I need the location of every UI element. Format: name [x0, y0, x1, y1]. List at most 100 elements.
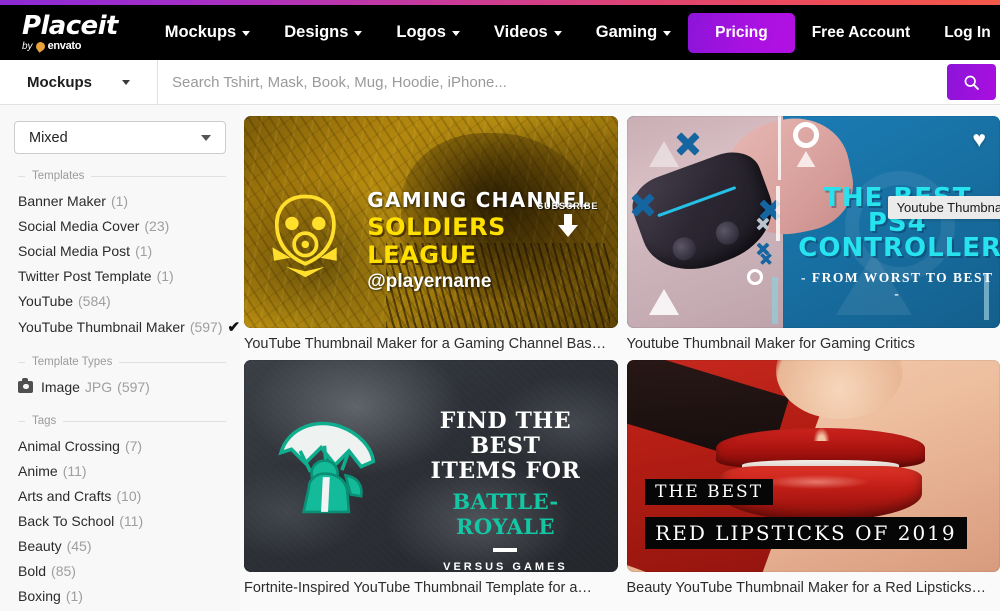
accent-bar	[772, 277, 779, 324]
filter-item-social-media-post[interactable]: Social Media Post (1)	[14, 238, 226, 263]
thumbnail-line-2: CONTROLLERS	[798, 232, 1000, 263]
pricing-button[interactable]: Pricing	[688, 12, 795, 53]
filter-label: Banner Maker	[18, 192, 106, 209]
template-thumbnail[interactable]: THE BEST PS4 CONTROLLERS - FROM WORST TO…	[626, 116, 1000, 328]
filter-item-youtube[interactable]: YouTube (584)	[14, 288, 226, 313]
filter-item-social-media-cover[interactable]: Social Media Cover (23)	[14, 213, 226, 238]
chevron-down-icon	[242, 31, 251, 36]
filter-count: (1)	[156, 267, 174, 284]
chevron-down-icon	[451, 31, 460, 36]
nav-item-mockups[interactable]: Mockups	[148, 17, 268, 48]
filter-subtype: JPG	[84, 378, 113, 395]
search-icon	[964, 75, 979, 90]
template-card[interactable]: THE BEST PS4 CONTROLLERS - FROM WORST TO…	[626, 116, 1000, 352]
template-title[interactable]: Youtube Thumbnail Maker for Gaming Criti…	[627, 336, 1000, 352]
logo-wordmark: Placeit	[22, 13, 118, 39]
thumbnail-line-3: - FROM WORST TO BEST -	[800, 269, 994, 301]
search-category-select[interactable]: Mockups	[0, 60, 158, 104]
nav-item-designs[interactable]: Designs	[267, 17, 379, 48]
analog-stick	[669, 233, 699, 263]
template-title[interactable]: YouTube Thumbnail Maker for a Gaming Cha…	[244, 336, 618, 352]
nav-item-logos[interactable]: Logos	[379, 17, 477, 48]
filter-group-title: Tags	[32, 415, 57, 427]
filter-group-header-tags: Tags	[18, 415, 226, 427]
filter-count: (1)	[110, 192, 129, 209]
filter-item-twitter-post-template[interactable]: Twitter Post Template (1)	[14, 263, 226, 288]
log-in-link[interactable]: Log In	[927, 16, 1000, 50]
free-account-link[interactable]: Free Account	[795, 16, 927, 50]
down-arrow-icon	[557, 213, 578, 237]
group-divider	[63, 420, 226, 422]
cross-shape	[630, 192, 656, 218]
group-tick	[18, 420, 25, 422]
sort-select[interactable]: Mixed	[14, 121, 226, 154]
gas-mask-logo-icon	[272, 194, 337, 278]
filter-count: (10)	[116, 487, 142, 504]
group-tick	[18, 361, 25, 363]
page-root: Placeit by envato Mockups Designs Logos …	[0, 0, 1000, 611]
filter-item-back-to-school[interactable]: Back To School (11)	[14, 508, 226, 533]
filter-item-image-jpg[interactable]: Image JPG (597)	[14, 374, 226, 399]
logo-by-text: by	[22, 40, 33, 52]
filter-count: (23)	[144, 217, 170, 234]
thumbnail-artwork-fortnite: FIND THE BEST ITEMS FOR BATTLE-ROYALE VE…	[244, 360, 618, 572]
heart-icon[interactable]: ♥	[972, 128, 986, 151]
filter-group-header-template-types: Template Types	[18, 356, 226, 368]
hover-tooltip: Youtube Thumbnai	[887, 196, 1000, 219]
thumbnail-line-1: FIND THE BEST	[439, 407, 572, 459]
template-thumbnail[interactable]: THE BEST RED LIPSTICKS OF 2019	[626, 360, 1000, 572]
triangle-shape-outline	[796, 150, 816, 167]
subscribe-callout: SUBSCRIBE	[537, 201, 599, 246]
results-grid: GAMING CHANNEL SOLDIERS LEAGUE @playerna…	[240, 105, 1000, 611]
search-submit-button[interactable]	[947, 64, 996, 100]
template-thumbnail[interactable]: FIND THE BEST ITEMS FOR BATTLE-ROYALE VE…	[244, 360, 618, 572]
search-bar: Mockups	[0, 60, 1000, 105]
template-title[interactable]: Fortnite-Inspired YouTube Thumbnail Temp…	[244, 580, 618, 596]
nav-actions: Pricing Free Account Log In	[688, 12, 1000, 53]
thumbnail-artwork-ps4-controllers: THE BEST PS4 CONTROLLERS - FROM WORST TO…	[626, 116, 1000, 328]
filter-count: (584)	[78, 292, 111, 309]
filter-item-arts-and-crafts[interactable]: Arts and Crafts (10)	[14, 483, 226, 508]
filter-label: Twitter Post Template	[18, 267, 152, 284]
logo-it-text: it	[97, 11, 119, 41]
filter-group-title: Templates	[32, 170, 85, 182]
nav-item-videos[interactable]: Videos	[477, 17, 579, 48]
filter-item-boxing[interactable]: Boxing (1)	[14, 583, 226, 608]
filter-label: Social Media Cover	[18, 217, 140, 234]
logo-envato-text: envato	[47, 40, 82, 52]
content-area: Mixed Templates Banner Maker (1) Social …	[0, 105, 1000, 611]
filter-item-animal-crossing[interactable]: Animal Crossing (7)	[14, 433, 226, 458]
filter-group-header-templates: Templates	[18, 170, 226, 182]
filter-count: (597)	[117, 378, 150, 395]
filter-label: Boxing	[18, 587, 61, 604]
filter-item-youtube-thumbnail-maker[interactable]: YouTube Thumbnail Maker (597) ✔	[14, 313, 240, 340]
template-title[interactable]: Beauty YouTube Thumbnail Maker for a Red…	[627, 580, 1000, 596]
filter-item-anime[interactable]: Anime (11)	[14, 458, 226, 483]
chevron-down-icon	[122, 79, 130, 85]
filter-item-banner-maker[interactable]: Banner Maker (1)	[14, 188, 226, 213]
filter-count: (1)	[135, 242, 153, 259]
filter-item-bold[interactable]: Bold (85)	[14, 558, 226, 583]
nav-item-label: Logos	[396, 23, 446, 41]
template-card[interactable]: GAMING CHANNEL SOLDIERS LEAGUE @playerna…	[244, 116, 618, 352]
search-category-value: Mockups	[26, 73, 92, 91]
filter-label: Anime	[18, 462, 58, 479]
filter-count: (85)	[51, 562, 76, 579]
placeit-logo[interactable]: Placeit by envato	[22, 13, 118, 53]
filter-item-beauty[interactable]: Beauty (45)	[14, 533, 226, 558]
filter-label: Beauty	[18, 537, 62, 554]
logo-byline: by envato	[22, 40, 118, 53]
nav-item-label: Designs	[284, 23, 349, 41]
search-input[interactable]	[172, 73, 947, 91]
search-input-wrapper	[158, 60, 947, 104]
nav-item-gaming[interactable]: Gaming	[579, 17, 688, 48]
template-card[interactable]: FIND THE BEST ITEMS FOR BATTLE-ROYALE VE…	[244, 360, 618, 596]
filter-count: (11)	[62, 462, 87, 479]
thumbnail-text-block: FIND THE BEST ITEMS FOR BATTLE-ROYALE VE…	[408, 407, 602, 572]
subscribe-label: SUBSCRIBE	[537, 200, 599, 211]
template-card[interactable]: THE BEST RED LIPSTICKS OF 2019 Beauty Yo…	[626, 360, 1000, 596]
circle-shape-outline	[792, 122, 819, 149]
analog-stick	[712, 218, 742, 248]
template-thumbnail[interactable]: GAMING CHANNEL SOLDIERS LEAGUE @playerna…	[244, 116, 618, 328]
chevron-down-icon	[201, 134, 211, 141]
